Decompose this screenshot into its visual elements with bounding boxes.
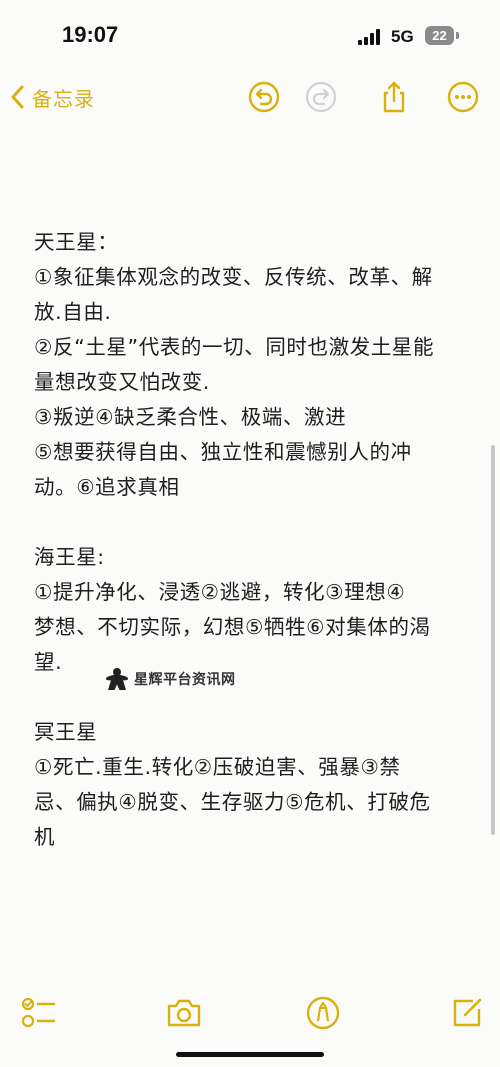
signal-icon xyxy=(358,29,384,45)
network-type: 5G xyxy=(391,27,414,46)
note-line: 望. xyxy=(34,650,63,674)
battery-tip xyxy=(456,32,459,39)
battery-icon: 22 xyxy=(425,26,454,45)
section-title-uranus: 天王星： xyxy=(34,230,119,254)
note-line: 机 xyxy=(34,825,56,849)
note-line: ①象征集体观念的改变、反传统、改革、解 xyxy=(34,265,433,289)
note-line: 量想改变又怕改变. xyxy=(34,370,210,394)
note-line: ①提升净化、浸透②逃避，转化③理想④ xyxy=(34,580,406,604)
watermark: 星辉平台资讯网 xyxy=(104,666,236,692)
meeple-logo-icon xyxy=(106,668,128,690)
checklist-icon[interactable] xyxy=(18,993,58,1033)
back-label: 备忘录 xyxy=(32,86,95,111)
section-title-pluto: 冥王星 xyxy=(34,720,98,744)
compose-icon[interactable] xyxy=(447,993,487,1033)
note-line: 放.自由. xyxy=(34,300,112,324)
note-line: 忌、偏执④脱变、生存驱力⑤危机、打破危 xyxy=(34,790,431,814)
markup-pen-icon[interactable] xyxy=(303,993,343,1033)
undo-icon[interactable] xyxy=(247,80,281,114)
note-line: 动。⑥追求真相 xyxy=(34,475,180,499)
home-indicator xyxy=(176,1052,324,1057)
status-bar: 19:07 5G 22 xyxy=(0,0,500,70)
back-button[interactable]: 备忘录 xyxy=(8,80,95,114)
scrollbar[interactable] xyxy=(491,445,495,835)
note-line: ③叛逆④缺乏柔合性、极端、激进 xyxy=(34,405,347,429)
section-title-neptune: 海王星: xyxy=(34,545,105,569)
redo-icon[interactable] xyxy=(304,80,338,114)
more-icon[interactable] xyxy=(446,80,480,114)
status-time: 19:07 xyxy=(62,22,119,47)
chevron-left-icon xyxy=(11,85,24,109)
note-line: ⑤想要获得自由、独立性和震憾别人的冲 xyxy=(34,440,412,464)
camera-icon[interactable] xyxy=(164,993,204,1033)
note-line: 梦想、不切实际，幻想⑤牺牲⑥对集体的渴 xyxy=(34,615,431,639)
nav-bar: 备忘录 xyxy=(0,72,500,122)
share-icon[interactable] xyxy=(377,80,411,114)
note-body[interactable]: 天王星： ①象征集体观念的改变、反传统、改革、解 放.自由. ②反“土星”代表的… xyxy=(34,225,474,855)
watermark-text: 星辉平台资讯网 xyxy=(134,672,236,688)
note-line: ①死亡.重生.转化②压破迫害、强暴③禁 xyxy=(34,755,401,779)
bottom-toolbar xyxy=(0,985,500,1045)
note-line: ②反“土星”代表的一切、同时也激发土星能 xyxy=(34,335,435,359)
